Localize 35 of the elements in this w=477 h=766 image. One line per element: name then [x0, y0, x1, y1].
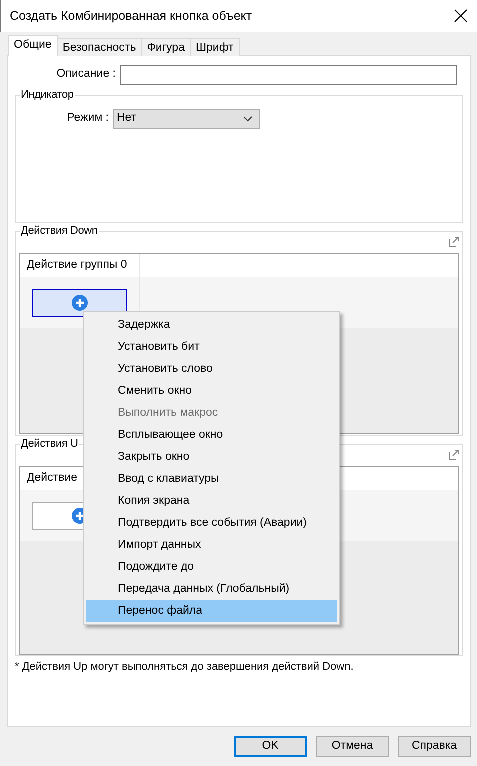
dialog-button[interactable]: OK [234, 736, 307, 757]
menu-item[interactable]: Установить бит [86, 336, 337, 358]
description-field[interactable] [120, 65, 457, 85]
menu-item[interactable]: Задержка [86, 314, 337, 336]
expand-icon[interactable] [449, 237, 459, 247]
group-title: Индикатор [20, 88, 75, 102]
menu-item[interactable]: Сменить окно [86, 380, 337, 402]
menu-item[interactable]: Всплывающее окно [86, 424, 337, 446]
group-title: Действия U [20, 437, 80, 451]
menu-item[interactable]: Закрыть окно [86, 446, 337, 468]
expand-icon[interactable] [449, 450, 459, 460]
group-title: Действия Down [20, 224, 99, 238]
tab[interactable]: Шрифт [190, 38, 240, 56]
dialog-button[interactable]: Справка [398, 736, 471, 757]
chevron-down-icon [243, 116, 253, 122]
dropdown-value: Нет [117, 111, 137, 126]
menu-item[interactable]: Подтвердить все события (Аварии) [86, 512, 337, 534]
plus-icon [72, 294, 88, 310]
menu-item[interactable]: Импорт данных [86, 534, 337, 556]
tab[interactable]: Безопасность [56, 38, 142, 56]
tab[interactable]: Фигура [141, 38, 191, 56]
field-label: Режим : [66, 111, 109, 126]
dialog-button[interactable]: Отмена [316, 736, 389, 757]
footnote-text: * Действия Up могут выполняться до завершения действий Down. [15, 660, 355, 675]
mode-dropdown[interactable]: Нет [113, 109, 260, 129]
field-label: Описание : [56, 67, 116, 82]
menu-item[interactable]: Установить слово [86, 358, 337, 380]
menu-item[interactable]: Перенос файла [86, 600, 337, 622]
menu-item[interactable]: Подождите до [86, 556, 337, 578]
add-button[interactable] [32, 288, 127, 316]
menu-item[interactable]: Копия экрана [86, 490, 337, 512]
tab[interactable]: Общие [8, 35, 58, 56]
menu-item[interactable]: Передача данных (Глобальный) [86, 578, 337, 600]
window-title: Создать Комбинированная кнопка объект [10, 8, 252, 25]
close-icon[interactable] [454, 9, 468, 23]
